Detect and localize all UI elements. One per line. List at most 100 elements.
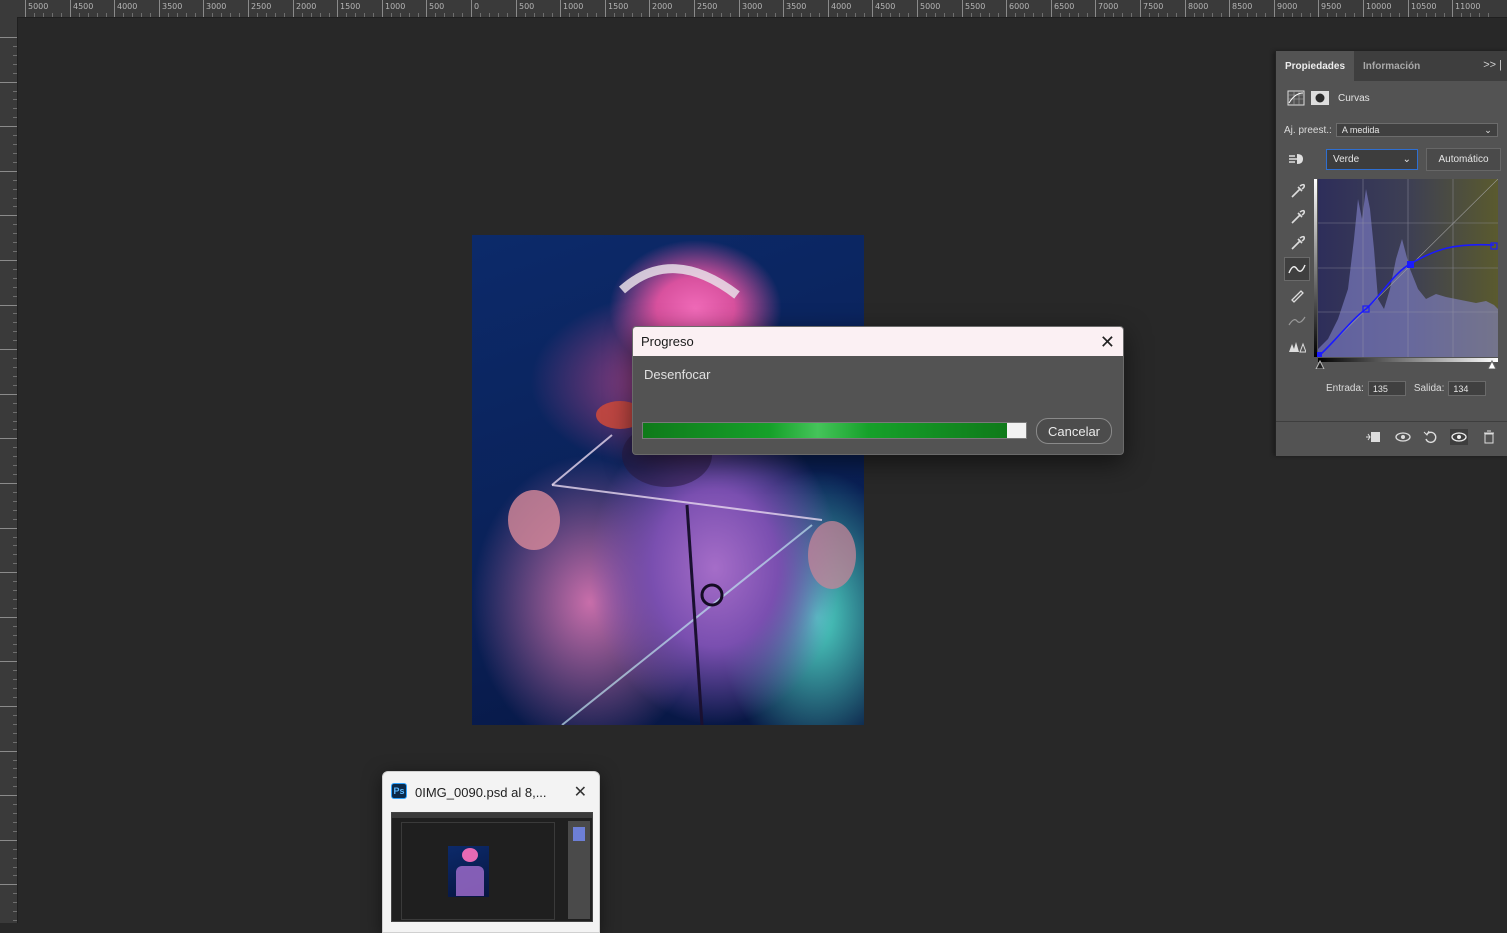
- cancel-button[interactable]: Cancelar: [1036, 418, 1112, 444]
- ruler-minor-tick: [712, 13, 713, 17]
- ruler-minor-tick: [1256, 13, 1257, 17]
- ruler-tick: [1095, 0, 1096, 17]
- window-preview[interactable]: [391, 812, 593, 922]
- ruler-tick: [1274, 0, 1275, 17]
- ruler-tick: [203, 0, 204, 17]
- ruler-minor-tick: [641, 13, 642, 17]
- adjustment-header: Curvas: [1276, 81, 1507, 115]
- dialog-title: Progreso: [641, 334, 694, 349]
- input-field[interactable]: 135: [1367, 381, 1406, 396]
- ruler-minor-tick: [13, 911, 17, 912]
- clipping-warning-icon[interactable]: [1284, 335, 1310, 359]
- dialog-title-bar[interactable]: Progreso ✕: [633, 327, 1123, 356]
- sample-black-point-icon[interactable]: [1284, 179, 1310, 203]
- sample-gray-point-icon[interactable]: [1284, 205, 1310, 229]
- ruler-minor-tick: [13, 242, 17, 243]
- layer-mask-icon[interactable]: [1310, 89, 1330, 107]
- ruler-minor-tick: [13, 813, 17, 814]
- ruler-minor-tick: [926, 13, 927, 17]
- ruler-minor-tick: [13, 626, 17, 627]
- ruler-tick-label: 1500: [608, 2, 629, 11]
- ruler-tick: [0, 82, 17, 83]
- collapse-panel-icon[interactable]: >> |: [1483, 59, 1502, 71]
- ruler-tick: [293, 0, 294, 17]
- clip-to-layer-icon[interactable]: [1364, 429, 1382, 445]
- ruler-minor-tick: [13, 635, 17, 636]
- curves-graph[interactable]: [1314, 179, 1498, 369]
- close-icon[interactable]: ✕: [1100, 333, 1115, 351]
- ruler-tick-label: 2000: [296, 2, 317, 11]
- ruler-minor-tick: [13, 831, 17, 832]
- ruler-minor-tick: [13, 786, 17, 787]
- vertical-ruler[interactable]: [0, 17, 18, 923]
- ruler-minor-tick: [13, 679, 17, 680]
- ruler-minor-tick: [13, 162, 17, 163]
- visibility-eye-icon[interactable]: [1450, 429, 1468, 445]
- ruler-minor-tick: [195, 13, 196, 17]
- ruler-minor-tick: [13, 867, 17, 868]
- ruler-minor-tick: [569, 13, 570, 17]
- ruler-tick-label: 10500: [1411, 2, 1437, 11]
- photoshop-app-icon: Ps: [391, 783, 407, 799]
- ruler-minor-tick: [13, 55, 17, 56]
- reset-icon[interactable]: [1422, 429, 1440, 445]
- tab-info[interactable]: Información: [1354, 51, 1429, 81]
- ruler-tick: [962, 0, 963, 17]
- ruler-minor-tick: [1167, 13, 1168, 17]
- ruler-minor-tick: [13, 331, 17, 332]
- ruler-tick-label: 1000: [385, 2, 406, 11]
- ruler-minor-tick: [855, 13, 856, 17]
- ruler-minor-tick: [881, 13, 882, 17]
- ruler-minor-tick: [730, 13, 731, 17]
- ruler-minor-tick: [1113, 13, 1114, 17]
- edit-points-curve-icon[interactable]: [1284, 257, 1310, 281]
- ruler-tick: [1408, 0, 1409, 17]
- taskbar-thumbnail-popup[interactable]: Ps 0IMG_0090.psd al 8,... ✕: [382, 771, 600, 933]
- ruler-tick: [1051, 0, 1052, 17]
- ruler-tick-label: 6500: [1054, 2, 1075, 11]
- ruler-minor-tick: [507, 13, 508, 17]
- ruler-minor-tick: [13, 733, 17, 734]
- ruler-tick: [70, 0, 71, 17]
- ruler-minor-tick: [239, 13, 240, 17]
- ruler-minor-tick: [1372, 13, 1373, 17]
- close-icon[interactable]: ✕: [574, 782, 587, 802]
- ruler-minor-tick: [13, 697, 17, 698]
- ruler-minor-tick: [320, 13, 321, 17]
- ruler-minor-tick: [13, 492, 17, 493]
- output-field[interactable]: 134: [1448, 381, 1487, 396]
- targeted-adjustment-hand-icon[interactable]: [1286, 151, 1306, 167]
- ruler-minor-tick: [13, 385, 17, 386]
- ruler-tick: [248, 0, 249, 17]
- view-previous-state-icon[interactable]: [1394, 429, 1412, 445]
- ruler-minor-tick: [275, 13, 276, 17]
- ruler-tick: [0, 751, 17, 752]
- ruler-minor-tick: [13, 224, 17, 225]
- progress-bar-fill: [643, 423, 1007, 438]
- channel-dropdown[interactable]: Verde ⌄: [1326, 149, 1418, 170]
- ruler-minor-tick: [221, 13, 222, 17]
- smooth-curve-icon[interactable]: [1284, 309, 1310, 333]
- tab-properties[interactable]: Propiedades: [1276, 51, 1355, 81]
- draw-pencil-icon[interactable]: [1284, 283, 1310, 307]
- ruler-minor-tick: [1301, 13, 1302, 17]
- horizontal-ruler[interactable]: 5000 4500 4000 3500 3000 2500 2000 1500 1000 500 0…: [0, 0, 1507, 18]
- auto-button[interactable]: Automático: [1426, 148, 1501, 171]
- ruler-minor-tick: [953, 13, 954, 17]
- preset-label: Aj. preest.:: [1284, 124, 1332, 136]
- ruler-minor-tick: [1381, 13, 1382, 17]
- ruler-minor-tick: [1470, 13, 1471, 17]
- curves-adjustment-icon[interactable]: [1286, 89, 1306, 107]
- preset-dropdown[interactable]: A medida ⌄: [1335, 123, 1498, 137]
- ruler-minor-tick: [1327, 13, 1328, 17]
- ruler-minor-tick: [13, 537, 17, 538]
- ruler-minor-tick: [1488, 13, 1489, 17]
- ruler-minor-tick: [13, 875, 17, 876]
- ruler-minor-tick: [13, 153, 17, 154]
- sample-white-point-icon[interactable]: [1284, 231, 1310, 255]
- ruler-tick: [560, 0, 561, 17]
- delete-trash-icon[interactable]: [1480, 429, 1498, 445]
- ruler-minor-tick: [1212, 13, 1213, 17]
- ruler-minor-tick: [13, 367, 17, 368]
- canvas-image[interactable]: [472, 235, 864, 725]
